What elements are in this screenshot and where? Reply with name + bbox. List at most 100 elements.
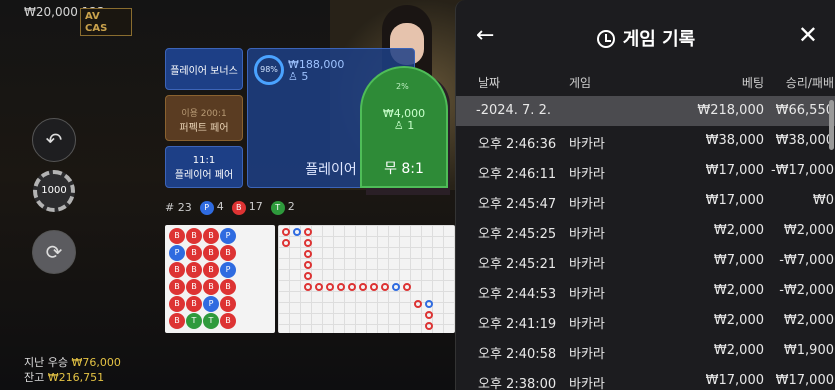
undo-button[interactable]: ↶ [32,118,76,162]
history-game: 바카라 [569,317,605,332]
history-row[interactable]: 오후 2:40:58 바카라 ₩2,000 ₩1,900 [456,336,835,366]
history-bet: ₩2,000 [713,313,764,328]
history-row[interactable]: 오후 2:46:11 바카라 ₩17,000 -₩17,000 [456,156,835,186]
round-count: # 23 [165,201,192,214]
player-pair-bet[interactable]: 11:1 플레이어 페어 [165,146,243,188]
history-time: 오후 2:45:21 [478,257,557,272]
history-row[interactable]: 오후 2:45:21 바카라 ₩7,000 -₩7,000 [456,246,835,276]
history-result: -₩17,000 [770,163,834,178]
bead-road-cell: B [186,262,202,278]
history-time: 오후 2:46:11 [478,167,557,182]
history-result: ₩2,000 [783,313,834,328]
player-bonus-label: 플레이어 보너스 [170,66,238,77]
history-result: ₩1,900 [783,343,834,358]
bead-road-cell: B [169,228,185,244]
history-result: -₩2,000 [779,283,834,298]
history-result: ₩38,000 [775,133,834,148]
bead-road-cell: B [203,228,219,244]
repeat-button[interactable]: ⟳ [32,230,76,274]
close-button[interactable]: ✕ [798,22,818,48]
bead-road-cell: P [203,296,219,312]
bead-road-cell: B [169,279,185,295]
last-win-label: 지난 우승 [24,356,68,369]
history-bet: ₩38,000 [705,133,764,148]
chip-selector[interactable]: 1000 [33,170,75,212]
player-dot: P [199,201,214,215]
bead-road-cell: B [186,228,202,244]
player-percentage-ring: 98% [254,55,284,85]
history-game: 바카라 [569,167,605,182]
history-row[interactable]: 오후 2:46:36 바카라 ₩38,000 ₩38,000 [456,126,835,156]
history-scrollbar[interactable] [829,100,834,150]
bead-road-cell: T [203,313,219,329]
perfect-pair-odds: 이용 200:1 [181,109,227,119]
banker-dot: B [231,201,246,215]
clock-history-icon [596,30,615,48]
bead-road-cell: P [220,262,236,278]
history-row[interactable]: 오후 2:45:25 바카라 ₩2,000 ₩2,000 [456,216,835,246]
history-row[interactable]: 오후 2:44:53 바카라 ₩2,000 -₩2,000 [456,276,835,306]
bead-road-cell: B [169,296,185,312]
bead-road-cell: B [220,296,236,312]
bead-road-cell: B [203,279,219,295]
date-bet-total: ₩218,000 [697,103,764,118]
bead-road-cell: T [186,313,202,329]
tie-label: 무 8:1 [384,161,424,177]
bead-road-cell: B [203,262,219,278]
history-game: 바카라 [569,257,605,272]
history-header: ← 게임 기록 ✕ [456,0,835,64]
history-time: 오후 2:45:25 [478,227,557,242]
history-row[interactable]: 오후 2:41:19 바카라 ₩2,000 ₩2,000 [456,306,835,336]
history-bet: ₩7,000 [713,253,764,268]
history-result: ₩17,000 [775,373,834,388]
banker-wins: 17 [248,200,263,213]
bead-road-cell: B [186,296,202,312]
history-game: 바카라 [569,227,605,242]
history-column-headers: 날짜 게임 베팅 승리/패배 [456,70,835,92]
person-icon: ♙ [288,70,298,83]
bead-road-cell: B [220,245,236,261]
bead-road-cell: B [220,279,236,295]
undo-icon: ↶ [45,128,63,152]
perfect-pair-bet[interactable]: 이용 200:1 퍼펙트 페어 [165,95,243,141]
history-date-row[interactable]: -2024. 7. 2. ₩218,000 ₩66,550 [456,96,835,126]
history-row[interactable]: 오후 2:38:00 바카라 ₩17,000 ₩17,000 [456,366,835,390]
tie-dot: T [270,201,285,215]
round-stats: # 23 P4 B 17 T2 [165,200,295,215]
tie-bet[interactable]: 2% ₩4,000 ♙ 1 무 8:1 [360,66,448,188]
bead-road-cell: B [186,245,202,261]
history-time: 오후 2:40:58 [478,347,557,362]
history-game: 바카라 [569,287,605,302]
bead-road[interactable]: BPBBBBBBBBBTBBBBPTPBPBBB [165,225,275,333]
history-result: ₩2,000 [783,223,834,238]
history-bet: ₩17,000 [705,373,764,388]
history-bet: ₩17,000 [705,193,764,208]
column-game: 게임 [569,76,592,90]
history-game: 바카라 [569,197,605,212]
history-bet: ₩2,000 [713,283,764,298]
player-bonus-bet[interactable]: 플레이어 보너스 [165,48,243,90]
player-count: 5 [301,70,309,83]
big-road[interactable] [278,225,455,333]
history-title: 게임 기록 [456,25,835,51]
bead-road-cell: B [186,279,202,295]
person-icon: ♙ [393,119,404,132]
column-date: 날짜 [478,76,501,90]
history-time: 오후 2:41:19 [478,317,557,332]
history-bet: ₩2,000 [713,343,764,358]
column-result: 승리/패배 [785,76,834,90]
column-bet: 베팅 [741,76,764,90]
history-time: 오후 2:46:36 [478,137,557,152]
player-pair-odds: 11:1 [192,155,216,166]
date-label: -2024. 7. 2. [476,103,551,118]
history-title-text: 게임 기록 [622,29,696,50]
repeat-icon: ⟳ [45,240,63,264]
history-row[interactable]: 오후 2:45:47 바카라 ₩17,000 ₩0 [456,186,835,216]
bead-road-cell: B [169,313,185,329]
tie-percentage: 2% [396,82,409,91]
game-history-panel: ← 게임 기록 ✕ 날짜 게임 베팅 승리/패배 -2024. 7. 2. ₩2… [455,0,835,390]
casino-logo: AV CAS [80,8,132,36]
history-bet: ₩2,000 [713,223,764,238]
tie-count: 1 [407,119,415,132]
balance-label: 잔고 [24,371,45,384]
